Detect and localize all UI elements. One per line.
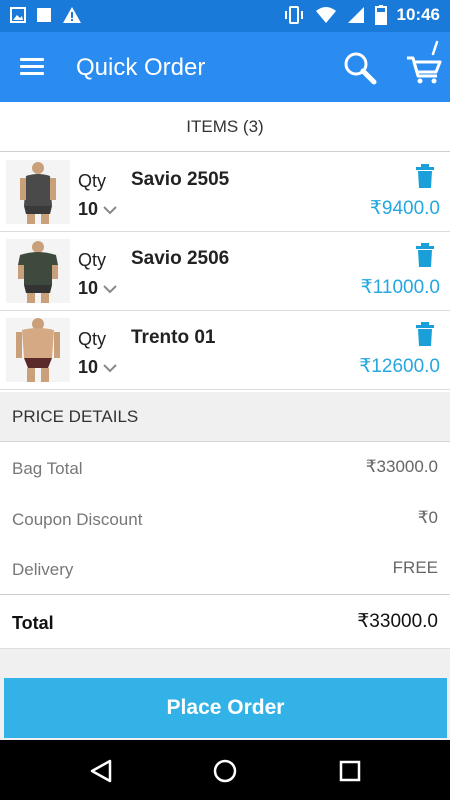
product-thumbnail xyxy=(6,239,70,303)
home-icon[interactable] xyxy=(212,758,238,784)
wifi-icon xyxy=(315,7,336,23)
total-row: Total ₹33000.0 xyxy=(0,594,450,648)
quantity-value: 10 xyxy=(78,199,99,219)
product-name: Savio 2506 xyxy=(131,248,230,269)
price-row-delivery: Delivery FREE xyxy=(0,544,450,594)
trash-icon[interactable] xyxy=(414,163,436,189)
items-count-header: ITEMS (3) xyxy=(0,102,450,152)
signal-icon xyxy=(347,7,364,23)
price-row-value: ₹0 xyxy=(417,508,438,527)
image-icon xyxy=(10,7,26,23)
product-name: Trento 01 xyxy=(131,327,216,348)
price-details-header: PRICE DETAILS xyxy=(0,392,450,442)
warning-icon xyxy=(63,7,81,23)
quantity-dropdown[interactable]: 10 xyxy=(78,278,118,299)
product-name: Savio 2505 xyxy=(131,169,230,190)
quantity-dropdown[interactable]: 10 xyxy=(78,357,118,378)
hamburger-menu-icon[interactable] xyxy=(20,54,50,80)
price-row-label: Delivery xyxy=(12,560,74,579)
search-icon[interactable] xyxy=(342,50,378,86)
trash-icon[interactable] xyxy=(414,242,436,268)
place-order-button[interactable]: Place Order xyxy=(4,678,447,738)
total-label: Total xyxy=(12,613,54,633)
cart-item[interactable]: Qty 10 Trento 01 ₹12600.0 xyxy=(0,311,450,390)
vibrate-icon xyxy=(284,6,303,24)
status-bar: 10:46 xyxy=(0,0,450,32)
price-row-bag-total: Bag Total ₹33000.0 xyxy=(0,443,450,493)
recent-apps-icon[interactable] xyxy=(337,758,363,784)
quantity-value: 10 xyxy=(78,278,99,298)
quantity-dropdown[interactable]: 10 xyxy=(78,199,118,220)
price-row-value: ₹33000.0 xyxy=(365,457,438,476)
chevron-down-icon xyxy=(103,205,117,214)
app-bar: Quick Order xyxy=(0,32,450,102)
page-title: Quick Order xyxy=(76,54,206,81)
chevron-down-icon xyxy=(103,284,117,293)
square-icon xyxy=(37,8,51,22)
price-row-label: Bag Total xyxy=(12,459,83,478)
qty-label: Qty xyxy=(78,250,107,270)
price-row-label: Coupon Discount xyxy=(12,510,143,529)
price-row-coupon-discount: Coupon Discount ₹0 xyxy=(0,494,450,544)
cart-item[interactable]: Qty 10 Savio 2505 ₹9400.0 xyxy=(0,153,450,232)
product-thumbnail xyxy=(6,160,70,224)
cart-icon[interactable] xyxy=(404,38,444,86)
qty-label: Qty xyxy=(78,329,107,349)
cart-item[interactable]: Qty 10 Savio 2506 ₹11000.0 xyxy=(0,232,450,311)
battery-icon xyxy=(374,5,387,25)
product-price: ₹9400.0 xyxy=(369,198,440,219)
quantity-value: 10 xyxy=(78,357,99,377)
total-value: ₹33000.0 xyxy=(357,611,438,632)
product-price: ₹11000.0 xyxy=(360,277,440,298)
product-thumbnail xyxy=(6,318,70,382)
back-icon[interactable] xyxy=(88,758,114,784)
system-nav-bar xyxy=(0,740,450,800)
product-price: ₹12600.0 xyxy=(359,356,440,377)
status-time: 10:46 xyxy=(396,5,440,24)
chevron-down-icon xyxy=(103,363,117,372)
price-row-value: FREE xyxy=(392,558,438,577)
trash-icon[interactable] xyxy=(414,321,436,347)
qty-label: Qty xyxy=(78,171,107,191)
